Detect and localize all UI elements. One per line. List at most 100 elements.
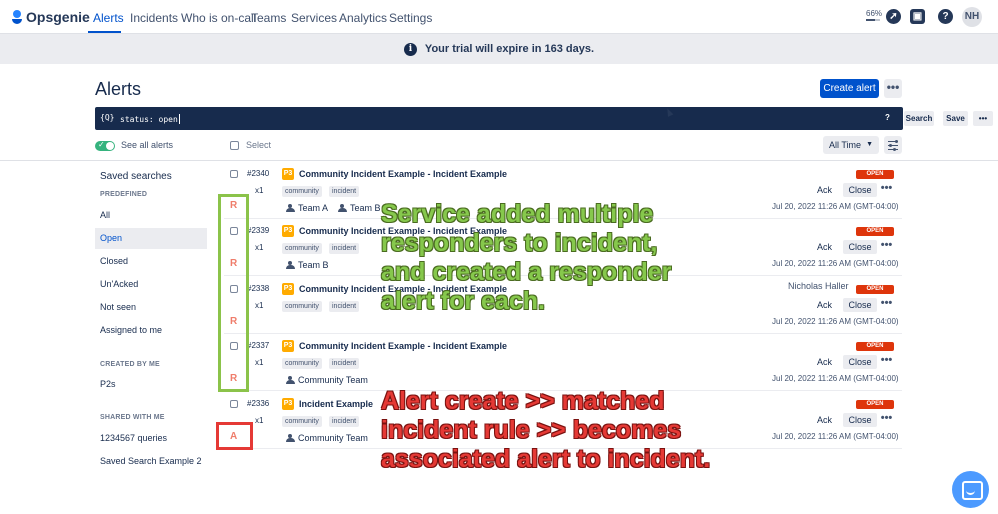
alert-owner[interactable]: Nicholas Haller [788, 281, 849, 291]
nav-settings[interactable]: Settings [389, 11, 432, 25]
row-more-button[interactable]: ••• [879, 413, 894, 427]
content-divider [0, 160, 998, 161]
tag[interactable]: community [282, 243, 322, 254]
ack-button[interactable]: Ack [817, 414, 832, 426]
team-name: Community Team [298, 375, 368, 385]
nav-who-is-on-call[interactable]: Who is on-call [181, 11, 256, 25]
tag[interactable]: community [282, 186, 322, 197]
zoom-bar-fill [866, 19, 876, 21]
see-all-alerts-toggle[interactable]: ✓ [95, 140, 115, 151]
close-button[interactable]: Close [843, 298, 877, 312]
check-icon: ✓ [98, 140, 105, 149]
responder-team[interactable]: Team B [338, 203, 381, 213]
alert-message[interactable]: Community Incident Example - Incident Ex… [299, 169, 507, 179]
row-more-button[interactable]: ••• [879, 355, 894, 369]
close-button[interactable]: Close [843, 240, 877, 254]
alert-number: #2337 [247, 341, 270, 350]
saved-search-example-2[interactable]: Saved Search Example 2 [95, 451, 207, 472]
alert-timestamp: Jul 20, 2022 11:26 AM (GMT-04:00) [772, 432, 899, 441]
saved-search-assigned-to-me[interactable]: Assigned to me [95, 320, 207, 341]
alert-message[interactable]: Incident Example [299, 399, 373, 409]
saved-search-p2s[interactable]: P2s [95, 374, 207, 395]
table-row[interactable]: #2337 x1 P3 Community Incident Example -… [224, 334, 902, 391]
alert-number: #2336 [247, 399, 270, 408]
responder-team[interactable]: Community Team [286, 433, 368, 443]
filter-settings-button[interactable] [884, 136, 902, 154]
alert-message[interactable]: Community Incident Example - Incident Ex… [299, 341, 507, 351]
close-button[interactable]: Close [843, 183, 877, 197]
page-title: Alerts [95, 79, 142, 99]
nav-services[interactable]: Services [291, 11, 337, 25]
header-more-button[interactable]: ••• [884, 79, 902, 98]
alert-count: x1 [255, 416, 264, 425]
create-alert-button[interactable]: Create alert [820, 79, 879, 98]
ack-button[interactable]: Ack [817, 356, 832, 368]
tag[interactable]: incident [329, 243, 360, 254]
predefined-section-label: PREDEFINED [100, 191, 148, 198]
close-button[interactable]: Close [843, 413, 877, 427]
trial-banner-text: Your trial will expire in 163 days. [424, 43, 595, 55]
nav-teams[interactable]: Teams [251, 11, 286, 25]
ack-button[interactable]: Ack [817, 184, 832, 196]
responder-marker: R [230, 316, 238, 327]
search-button[interactable]: Search [904, 111, 934, 126]
status-badge: OPEN [856, 400, 894, 409]
time-range-dropdown[interactable]: All Time ▼ [823, 136, 879, 154]
close-button[interactable]: Close [843, 355, 877, 369]
chevron-down-icon: ▼ [866, 141, 873, 148]
saved-search-unacked[interactable]: Un'Acked [95, 274, 207, 295]
top-navigation: Opsgenie Alerts Incidents Who is on-call… [0, 0, 998, 34]
nav-analytics[interactable]: Analytics [339, 11, 387, 25]
row-checkbox[interactable] [230, 170, 238, 178]
alert-number: #2338 [247, 284, 270, 293]
ack-button[interactable]: Ack [817, 299, 832, 311]
responder-marker: R [230, 373, 238, 384]
saved-search-open[interactable]: Open [95, 228, 207, 249]
created-by-me-section-label: CREATED BY ME [100, 361, 160, 368]
responder-team[interactable]: Team B [286, 260, 329, 270]
tag[interactable]: incident [329, 416, 360, 427]
help-icon[interactable]: ? [938, 9, 953, 24]
row-checkbox[interactable] [230, 400, 238, 408]
nav-alerts[interactable]: Alerts [93, 11, 124, 25]
priority-badge: P3 [282, 340, 294, 352]
shared-with-me-section-label: SHARED WITH ME [100, 414, 165, 421]
search-help-button[interactable]: ? [885, 113, 890, 122]
nav-incidents[interactable]: Incidents [130, 11, 178, 25]
responder-team[interactable]: Team A [286, 203, 328, 213]
select-all-checkbox[interactable] [230, 141, 239, 150]
saved-search-all[interactable]: All [95, 205, 207, 226]
saved-search-closed[interactable]: Closed [95, 251, 207, 272]
tag[interactable]: incident [329, 186, 360, 197]
row-more-button[interactable]: ••• [879, 183, 894, 197]
tag[interactable]: incident [329, 301, 360, 312]
tag[interactable]: community [282, 301, 322, 312]
search-more-button[interactable]: ••• [973, 111, 993, 126]
apps-icon[interactable]: ▣ [910, 9, 925, 24]
tag[interactable]: community [282, 416, 322, 427]
query-language-icon[interactable]: {Q} [100, 113, 114, 122]
responder-marker: R [230, 258, 238, 269]
opsgenie-logo[interactable]: Opsgenie [12, 9, 90, 25]
compass-icon[interactable]: ➚ [886, 9, 901, 24]
responder-team[interactable]: Community Team [286, 375, 368, 385]
tag[interactable]: incident [329, 358, 360, 369]
active-tab-underline [88, 31, 121, 33]
saved-search-not-seen[interactable]: Not seen [95, 297, 207, 318]
save-search-button[interactable]: Save [943, 111, 968, 126]
search-bar[interactable]: {Q} status: open ? Search Save ••• [95, 107, 993, 130]
chat-support-button[interactable] [952, 471, 989, 508]
ack-button[interactable]: Ack [817, 241, 832, 253]
tag[interactable]: community [282, 358, 322, 369]
saved-search-shared-queries[interactable]: 1234567 queries [95, 428, 207, 449]
row-more-button[interactable]: ••• [879, 240, 894, 254]
alert-timestamp: Jul 20, 2022 11:26 AM (GMT-04:00) [772, 374, 899, 383]
alert-count: x1 [255, 301, 264, 310]
row-more-button[interactable]: ••• [879, 298, 894, 312]
zoom-level: 66% [866, 9, 883, 18]
search-input[interactable]: status: open [120, 114, 180, 124]
priority-badge: P3 [282, 225, 294, 237]
team-icon [286, 376, 295, 384]
associated-marker: A [230, 431, 238, 442]
avatar[interactable]: NH [962, 7, 982, 27]
